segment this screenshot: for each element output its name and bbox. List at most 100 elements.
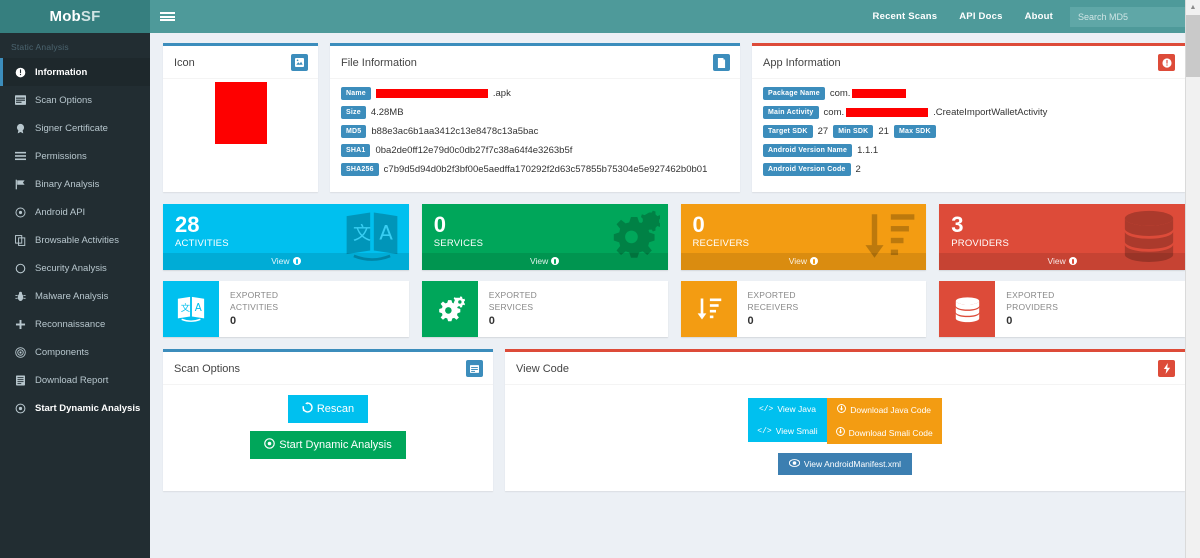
- database-icon: [939, 281, 996, 338]
- view-code-panel: View Code </> View Java </> View Smali D…: [505, 349, 1185, 492]
- file-icon[interactable]: [713, 54, 730, 71]
- stat-box-content: 3 PROVIDERS: [939, 204, 1185, 253]
- info-box-exported-receivers: EXPORTED RECEIVERS 0: [680, 281, 927, 338]
- file-field-name: Name .apk: [341, 87, 729, 100]
- sidebar-item-information[interactable]: Information: [0, 58, 150, 86]
- bolt-icon[interactable]: [1158, 360, 1175, 378]
- app-information-header: App Information: [752, 46, 1185, 79]
- file-field-sha256: SHA256 c7b9d5d94d0b2f3bf00e5aedffa170292…: [341, 163, 729, 176]
- translate-icon: 文A: [163, 281, 219, 338]
- stat-view-link[interactable]: View: [421, 253, 668, 271]
- sidebar-item-reconnaissance[interactable]: Reconnaissance: [0, 310, 150, 338]
- plus-icon: [14, 319, 27, 330]
- arrow-circle-icon: [1068, 257, 1077, 266]
- eye-icon: [788, 459, 801, 469]
- download-smali-label: Download Smali Code: [848, 427, 933, 438]
- info-box-exported-activities: 文A EXPORTED ACTIVITIES 0: [163, 281, 409, 338]
- sidebar-item-permissions[interactable]: Permissions: [0, 142, 150, 170]
- certificate-icon: [14, 123, 27, 134]
- info-box-content: EXPORTED SERVICES 0: [478, 281, 537, 337]
- nav-link-api-docs[interactable]: API Docs: [948, 11, 1013, 22]
- view-java-button[interactable]: </> View Java: [748, 398, 827, 421]
- stat-number: 28: [175, 212, 200, 237]
- stat-box-content: 0 SERVICES: [422, 204, 668, 253]
- sidebar-item-binary-analysis[interactable]: Binary Analysis: [0, 170, 150, 198]
- hamburger-icon[interactable]: [160, 10, 175, 23]
- sidebar-item-label: Reconnaissance: [35, 318, 106, 330]
- sidebar-item-signer-certificate[interactable]: Signer Certificate: [0, 114, 150, 142]
- rescan-button[interactable]: Rescan: [287, 395, 369, 424]
- window-icon[interactable]: [466, 360, 483, 378]
- stat-box-activities[interactable]: 文A 28 ACTIVITIES View: [163, 204, 409, 271]
- stat-view-link[interactable]: View: [939, 253, 1185, 271]
- exclamation-circle-icon[interactable]: [1158, 54, 1175, 71]
- field-value-prefix: com.: [823, 107, 845, 118]
- stat-box-content: 28 ACTIVITIES: [163, 204, 409, 253]
- info-box-exported-providers: EXPORTED PROVIDERS 0: [939, 281, 1185, 338]
- field-tag: Package Name: [763, 87, 825, 100]
- circle-o-icon: [14, 263, 27, 274]
- info-box-exported-services: EXPORTED SERVICES 0: [421, 281, 668, 338]
- sidebar-item-malware-analysis[interactable]: Malware Analysis: [0, 282, 150, 310]
- nav-link-recent-scans[interactable]: Recent Scans: [862, 11, 949, 22]
- brand-sf: SF: [80, 8, 101, 25]
- list-icon: [14, 151, 27, 161]
- stat-boxes-row: 文A 28 ACTIVITIES View 0 SERVICES View 0 …: [163, 204, 1185, 271]
- code-icon: </>: [757, 426, 772, 436]
- view-android-manifest-button[interactable]: View AndroidManifest.xml: [777, 453, 913, 476]
- file-information-header: File Information: [330, 46, 740, 79]
- download-java-code-button[interactable]: Download Java Code: [826, 398, 942, 422]
- scan-options-panel: Scan Options Rescan Start Dynamic Analys…: [163, 349, 493, 492]
- search-input[interactable]: [1070, 6, 1188, 27]
- sidebar-item-security-analysis[interactable]: Security Analysis: [0, 254, 150, 282]
- sidebar-item-label: Signer Certificate: [35, 122, 108, 134]
- window-icon: [14, 95, 27, 105]
- stat-view-link[interactable]: View: [680, 253, 927, 271]
- stat-box-services[interactable]: 0 SERVICES View: [421, 204, 668, 271]
- field-tag: Size: [341, 106, 366, 119]
- stat-number: 3: [951, 212, 964, 237]
- svg-text:文: 文: [181, 302, 191, 314]
- view-smali-button[interactable]: </> View Smali: [748, 420, 827, 443]
- redacted-value: [852, 89, 907, 98]
- sidebar-item-components[interactable]: Components: [0, 338, 150, 366]
- bug-icon: [14, 291, 27, 302]
- field-tag: Max SDK: [893, 125, 936, 138]
- page-scrollbar[interactable]: ▲: [1185, 0, 1200, 558]
- sidebar-item-start-dynamic-analysis[interactable]: Start Dynamic Analysis: [0, 394, 150, 422]
- stat-view-label: View: [788, 256, 808, 267]
- app-information-panel: App Information Package Name com. Main A…: [752, 43, 1185, 192]
- nav-link-about[interactable]: About: [1014, 11, 1064, 22]
- download-smali-code-button[interactable]: Download Smali Code: [826, 421, 942, 445]
- field-value: 21: [878, 126, 889, 137]
- view-code-header: View Code: [505, 352, 1185, 386]
- sidebar-item-android-api[interactable]: Android API: [0, 198, 150, 226]
- stat-box-receivers[interactable]: 0 RECEIVERS View: [680, 204, 927, 271]
- start-dynamic-analysis-button[interactable]: Start Dynamic Analysis: [250, 431, 406, 460]
- scrollbar-thumb[interactable]: [1186, 15, 1200, 77]
- file-field-md5: MD5 b88e3ac6b1aa3412c13e8478c13a5bac: [341, 125, 729, 138]
- scroll-up-icon[interactable]: ▲: [1186, 0, 1200, 15]
- info-circle-icon: [14, 67, 27, 78]
- file-information-title: File Information: [341, 56, 417, 69]
- stat-number: 0: [692, 212, 705, 237]
- app-field-version-name: Android Version Name 1.1.1: [763, 144, 1174, 157]
- bullseye-icon: [14, 346, 27, 358]
- sidebar-item-label: Start Dynamic Analysis: [35, 402, 141, 414]
- brand-logo[interactable]: Mob SF: [0, 0, 150, 33]
- gears-icon: [421, 281, 478, 338]
- sidebar-item-scan-options[interactable]: Scan Options: [0, 86, 150, 114]
- stat-view-link[interactable]: View: [163, 253, 409, 271]
- info-box-content: EXPORTED RECEIVERS 0: [737, 281, 799, 337]
- redacted-value: [846, 108, 929, 117]
- sidebar-item-download-report[interactable]: Download Report: [0, 366, 150, 394]
- play-circle-icon: [14, 403, 27, 414]
- download-java-label: Download Java Code: [850, 404, 932, 415]
- file-field-sha1: SHA1 0ba2de0ff12e79d0c0db27f7c38a64f4e32…: [341, 144, 729, 157]
- sidebar-item-browsable-activities[interactable]: Browsable Activities: [0, 226, 150, 254]
- field-value-prefix: com.: [829, 88, 851, 99]
- arrow-circle-icon: [551, 257, 560, 266]
- image-icon[interactable]: [291, 54, 308, 71]
- file-information-panel: File Information Name .apk Size 4.28MB M…: [330, 43, 740, 192]
- stat-box-providers[interactable]: 3 PROVIDERS View: [939, 204, 1185, 271]
